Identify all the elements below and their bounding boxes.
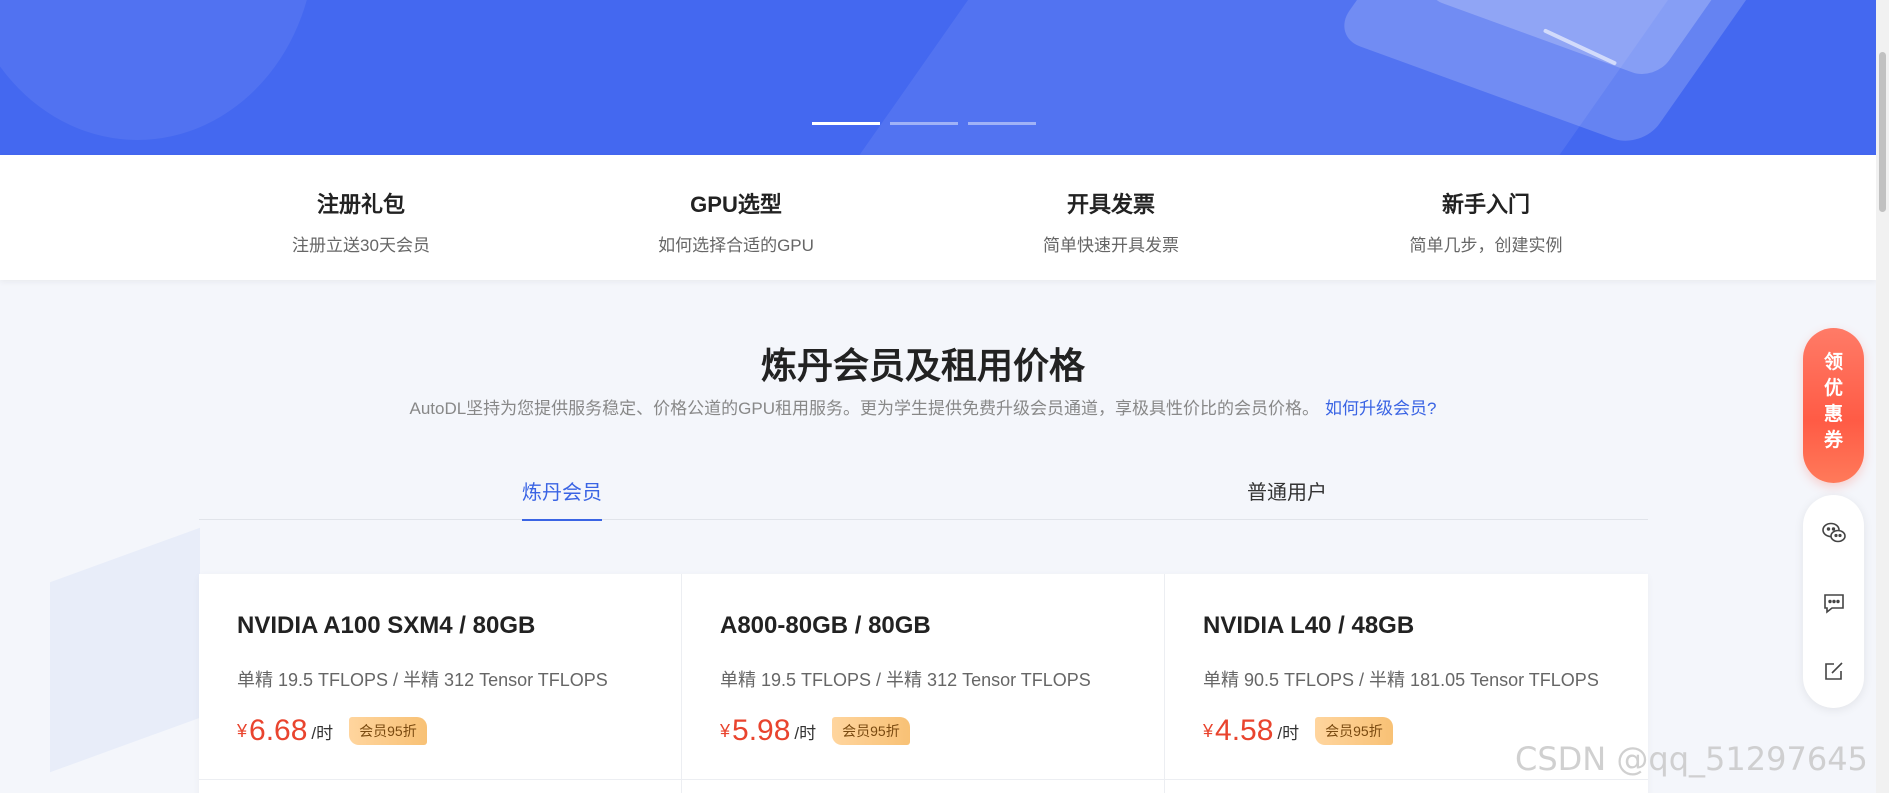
watermark-text: CSDN @qq_51297645 xyxy=(1515,740,1868,778)
banner-decor-circle xyxy=(0,0,315,140)
floating-toolbar xyxy=(1803,495,1864,708)
upgrade-membership-link[interactable]: 如何升级会员? xyxy=(1325,399,1436,418)
quicklink-register-gift[interactable]: 注册礼包 注册立送30天会员 xyxy=(236,187,486,256)
get-coupon-button[interactable]: 领 优 惠 券 xyxy=(1803,328,1864,483)
gpu-name: NVIDIA A100 SXM4 / 80GB xyxy=(237,612,536,639)
carousel-dot-3[interactable] xyxy=(968,122,1036,125)
quick-links-bar: 注册礼包 注册立送30天会员 GPU选型 如何选择合适的GPU 开具发票 简单快… xyxy=(0,155,1876,280)
coupon-char: 优 xyxy=(1823,378,1843,399)
wechat-icon[interactable] xyxy=(1821,520,1847,546)
quicklink-subtitle: 如何选择合适的GPU xyxy=(658,236,814,255)
coupon-char: 领 xyxy=(1823,352,1843,373)
card-divider xyxy=(1165,779,1648,780)
currency-symbol: ¥ xyxy=(1203,720,1214,741)
coupon-char: 券 xyxy=(1823,430,1843,451)
price-value: 5.98 xyxy=(732,714,791,747)
price-unit: /时 xyxy=(794,723,817,743)
gpu-spec: 单精 19.5 TFLOPS / 半精 312 Tensor TFLOPS xyxy=(720,670,1091,690)
carousel-dot-2[interactable] xyxy=(890,122,958,125)
gpu-card[interactable]: NVIDIA A100 SXM4 / 80GB 单精 19.5 TFLOPS /… xyxy=(199,574,682,793)
price-value: 4.58 xyxy=(1215,714,1274,747)
carousel-indicators xyxy=(812,122,1036,125)
carousel-dot-1[interactable] xyxy=(812,122,880,125)
tab-member[interactable]: 炼丹会员 xyxy=(522,476,602,521)
card-divider xyxy=(682,779,1164,780)
quicklink-title: 新手入门 xyxy=(1441,192,1530,217)
gpu-spec: 单精 19.5 TFLOPS / 半精 312 Tensor TFLOPS xyxy=(237,670,608,690)
quicklink-getting-started[interactable]: 新手入门 简单几步，创建实例 xyxy=(1361,187,1611,256)
quicklink-title: GPU选型 xyxy=(690,192,782,217)
tab-regular-user[interactable]: 普通用户 xyxy=(1247,476,1327,519)
member-discount-badge: 会员95折 xyxy=(832,717,910,745)
edit-icon[interactable] xyxy=(1821,658,1847,684)
member-discount-badge: 会员95折 xyxy=(349,717,427,745)
gpu-name: NVIDIA L40 / 48GB xyxy=(1203,612,1415,639)
price-unit: /时 xyxy=(1277,723,1300,743)
quicklink-subtitle: 简单快速开具发票 xyxy=(1043,236,1179,255)
gpu-price-cards: NVIDIA A100 SXM4 / 80GB 单精 19.5 TFLOPS /… xyxy=(199,574,1648,793)
quicklink-subtitle: 注册立送30天会员 xyxy=(292,236,430,255)
card-divider xyxy=(199,779,681,780)
quicklink-invoice[interactable]: 开具发票 简单快速开具发票 xyxy=(986,187,1236,256)
price-unit: /时 xyxy=(311,723,334,743)
pricing-description-text: AutoDL坚持为您提供服务稳定、价格公道的GPU租用服务。更为学生提供免费升级… xyxy=(409,399,1320,418)
hero-banner[interactable] xyxy=(0,0,1876,155)
price-row: ¥ 5.98 /时 会员95折 xyxy=(720,714,1126,748)
pricing-title: 炼丹会员及租用价格 xyxy=(760,345,1085,386)
quicklink-gpu-selection[interactable]: GPU选型 如何选择合适的GPU xyxy=(611,187,861,256)
pricing-description: AutoDL坚持为您提供服务稳定、价格公道的GPU租用服务。更为学生提供免费升级… xyxy=(0,394,1846,419)
background-decor xyxy=(50,527,200,773)
pricing-tabs: 炼丹会员 普通用户 xyxy=(199,470,1648,521)
quicklink-subtitle: 简单几步，创建实例 xyxy=(1409,236,1563,255)
currency-symbol: ¥ xyxy=(237,720,248,741)
scrollbar-thumb[interactable] xyxy=(1879,52,1886,212)
price-value: 6.68 xyxy=(249,714,308,747)
member-discount-badge: 会员95折 xyxy=(1315,717,1393,745)
quicklink-title: 注册礼包 xyxy=(316,192,405,217)
quicklink-title: 开具发票 xyxy=(1066,192,1155,217)
gpu-card[interactable]: A800-80GB / 80GB 单精 19.5 TFLOPS / 半精 312… xyxy=(682,574,1165,793)
gpu-name: A800-80GB / 80GB xyxy=(720,612,931,639)
price-row: ¥ 6.68 /时 会员95折 xyxy=(237,714,643,748)
message-icon[interactable] xyxy=(1821,590,1847,616)
gpu-spec: 单精 90.5 TFLOPS / 半精 181.05 Tensor TFLOPS xyxy=(1203,670,1599,690)
currency-symbol: ¥ xyxy=(720,720,731,741)
coupon-char: 惠 xyxy=(1823,404,1843,425)
